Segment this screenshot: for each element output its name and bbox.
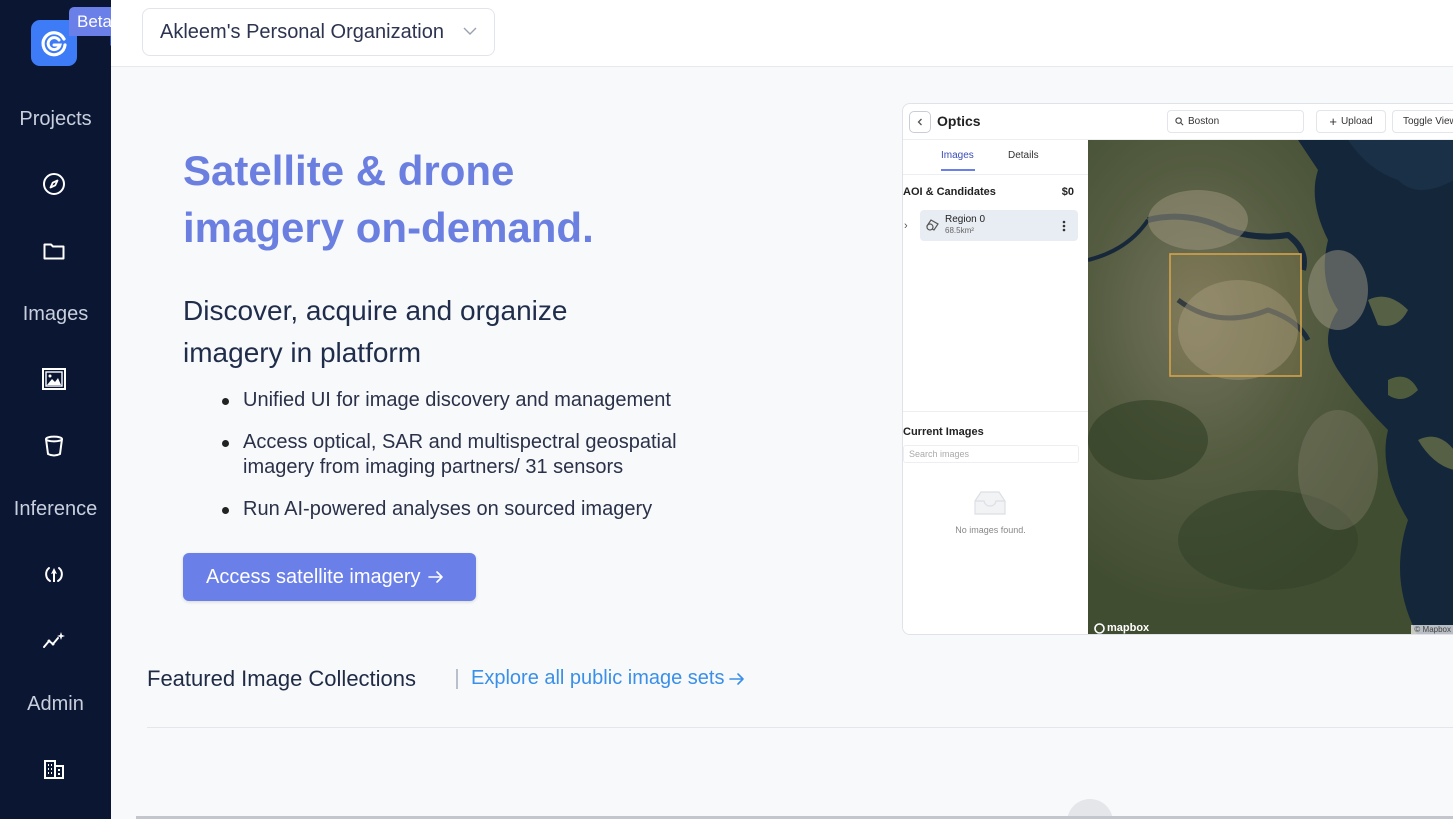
- sidebar-section-projects: Projects: [19, 108, 92, 130]
- optics-preview: Optics Boston + Upload Toggle View Image…: [902, 103, 1453, 635]
- folder-icon[interactable]: [41, 238, 67, 264]
- organization-selector[interactable]: Akleem's Personal Organization: [142, 8, 495, 56]
- building-icon[interactable]: [41, 756, 67, 782]
- preview-title: Optics: [937, 113, 981, 129]
- preview-upload-label: Upload: [1340, 116, 1373, 127]
- preview-side-panel: Images Details AOI & Candidates $0 › Reg…: [903, 140, 1088, 634]
- hero-subtitle: Discover, acquire and organize imagery i…: [183, 290, 703, 374]
- hero-title: Satellite & drone imagery on-demand.: [183, 142, 743, 256]
- preview-divider: [903, 174, 1088, 175]
- preview-tab-indicator: [941, 169, 975, 171]
- back-icon: [909, 111, 931, 133]
- plus-icon: +: [1329, 113, 1337, 129]
- preview-toggle-view: Toggle View: [1392, 110, 1453, 133]
- hero-title-line-1: Satellite & drone: [183, 147, 515, 194]
- sidebar-section-admin: Admin: [27, 693, 84, 715]
- organization-name: Akleem's Personal Organization: [160, 20, 444, 43]
- compass-icon[interactable]: [41, 171, 67, 197]
- search-icon: [1175, 117, 1184, 126]
- mapbox-icon: [1094, 622, 1105, 634]
- preview-empty-state: No images found.: [955, 525, 1026, 535]
- empty-inbox-icon: [974, 491, 1006, 515]
- map-attribution: © Mapbox: [1411, 625, 1453, 634]
- sidebar-section-images: Images: [22, 303, 89, 325]
- access-satellite-imagery-button[interactable]: Access satellite imagery: [183, 553, 476, 601]
- feature-item: Access optical, SAR and multispectral ge…: [220, 430, 740, 480]
- preview-current-images-heading: Current Images: [903, 426, 984, 438]
- polygon-icon: [926, 219, 939, 231]
- sidebar: Beta Projects Images Inference Admin: [0, 0, 122, 819]
- satellite-map-image: [1088, 140, 1453, 634]
- preview-map: mapbox © Mapbox: [1088, 140, 1453, 634]
- top-bar: Akleem's Personal Organization: [111, 0, 1453, 67]
- hero-title-line-2: imagery on-demand.: [183, 204, 594, 251]
- feature-item: Unified UI for image discovery and manag…: [220, 388, 740, 413]
- preview-region-name: Region 0: [945, 214, 986, 225]
- hero-subtitle-line-1: Discover, acquire and organize: [183, 295, 568, 326]
- preview-divider: [903, 411, 1088, 412]
- cta-label: Access satellite imagery: [206, 565, 421, 588]
- image-icon[interactable]: [41, 366, 67, 392]
- mapbox-logo-text: mapbox: [1107, 622, 1150, 634]
- preview-aoi-cost: $0: [1061, 186, 1074, 198]
- divider: [456, 669, 458, 689]
- sidebar-section-inference: Inference: [13, 498, 98, 520]
- chevron-down-icon: [463, 27, 477, 35]
- preview-tab-images: Images: [941, 150, 974, 161]
- featured-collections-heading: Featured Image Collections: [147, 666, 417, 691]
- preview-region-row: Region 0 68.5km²: [920, 210, 1078, 241]
- sparkle-chart-icon[interactable]: [41, 628, 67, 654]
- hero-subtitle-line-2: imagery in platform: [183, 337, 422, 368]
- section-divider: [147, 727, 1453, 728]
- arrow-right-icon: [729, 672, 745, 685]
- feature-item: Run AI-powered analyses on sourced image…: [220, 497, 740, 522]
- preview-header: Optics Boston + Upload Toggle View: [903, 104, 1453, 140]
- explore-public-image-sets-link[interactable]: Explore all public image sets: [471, 667, 746, 690]
- logo-icon: [41, 31, 67, 57]
- more-vertical-icon: [1062, 220, 1066, 232]
- arrow-right-icon: [427, 569, 445, 585]
- bucket-icon[interactable]: [41, 433, 67, 459]
- preview-tab-details: Details: [1008, 150, 1039, 161]
- feature-list: Unified UI for image discovery and manag…: [220, 388, 740, 539]
- preview-upload: + Upload: [1316, 110, 1386, 133]
- preview-search-value: Boston: [1188, 116, 1220, 127]
- explore-link-label: Explore all public image sets: [471, 667, 725, 689]
- deploy-icon[interactable]: [41, 561, 67, 587]
- preview-region-area: 68.5km²: [945, 226, 974, 235]
- preview-image-search: Search images: [903, 445, 1079, 463]
- preview-aoi-heading: AOI & Candidates: [903, 186, 996, 198]
- mapbox-logo: mapbox: [1094, 622, 1149, 634]
- preview-search: Boston: [1167, 110, 1304, 133]
- chevron-right-icon: ›: [904, 220, 908, 232]
